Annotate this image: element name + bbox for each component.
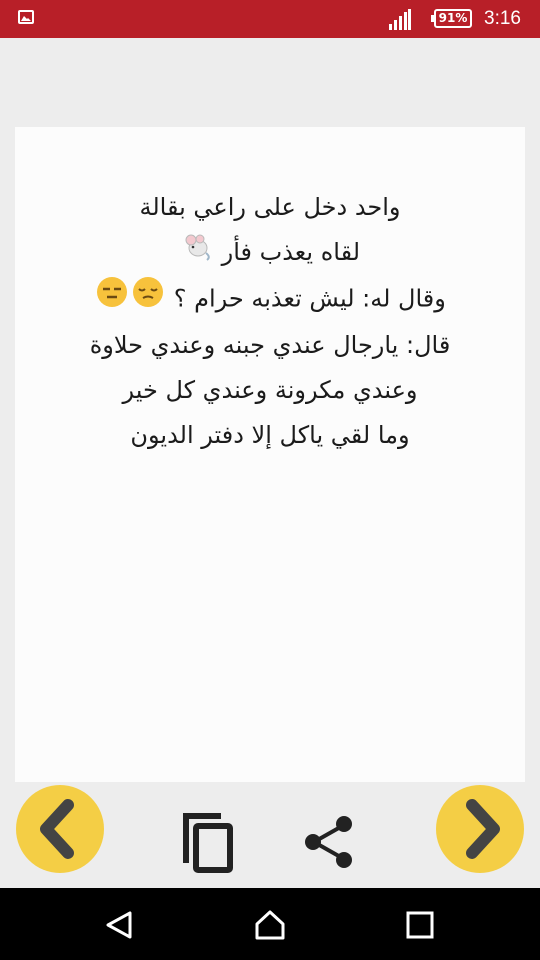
back-icon[interactable] xyxy=(104,910,134,940)
recents-icon[interactable] xyxy=(406,911,434,939)
post-line: وقال له: ليش تعذبه حرام ؟ xyxy=(173,284,446,312)
previous-button[interactable] xyxy=(16,785,104,873)
post-line-with-emoji: لقاه يعذب فأر xyxy=(15,230,525,276)
copy-button[interactable] xyxy=(180,810,240,876)
chevron-right-icon xyxy=(466,799,500,859)
mouse-emoji xyxy=(182,231,212,276)
battery-icon: 91% xyxy=(431,9,472,28)
post-line: وما لقي ياكل إلا دفتر الديون xyxy=(130,420,410,449)
post-line: قال: يارجال عندي جبنه وعندي حلاوة xyxy=(89,330,451,359)
post-card: واحد دخل على راعي بقالة لقاه يعذب فأر وق… xyxy=(15,127,525,782)
next-button[interactable] xyxy=(436,785,524,873)
post-line-with-emoji: وقال له: ليش تعذبه حرام ؟ xyxy=(15,276,525,323)
share-icon xyxy=(305,816,352,868)
expressionless-face-emoji xyxy=(96,276,128,323)
unamused-face-emoji xyxy=(132,276,164,323)
share-button[interactable] xyxy=(300,812,360,872)
clock: 3:16 xyxy=(484,8,521,29)
chevron-left-icon xyxy=(40,799,74,859)
post-line: وعندي مكرونة وعندي كل خير xyxy=(122,375,418,404)
battery-percent: 91% xyxy=(438,11,468,25)
post-line: واحد دخل على راعي بقالة xyxy=(139,193,401,221)
status-bar: 91% 3:16 xyxy=(0,0,540,38)
signal-icon xyxy=(389,9,411,30)
navigation-bar xyxy=(0,888,540,960)
post-line: لقاه يعذب فأر xyxy=(221,238,361,266)
copy-icon xyxy=(183,813,233,873)
home-icon[interactable] xyxy=(253,908,287,942)
post-text[interactable]: واحد دخل على راعي بقالة لقاه يعذب فأر وق… xyxy=(15,185,525,458)
gallery-notification-icon xyxy=(18,10,34,24)
